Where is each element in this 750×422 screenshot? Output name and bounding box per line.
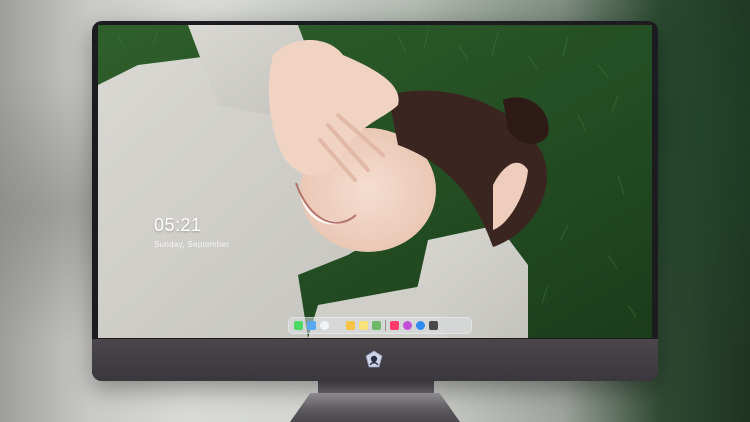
launchpad-icon[interactable] [307, 321, 316, 330]
monitor-stand-neck [318, 381, 434, 393]
lock-screen-date: Sunday, September [154, 240, 230, 249]
monitor-stand-foot [290, 393, 460, 422]
notes-icon[interactable] [359, 321, 368, 330]
app-store-icon[interactable] [416, 321, 425, 330]
dock [288, 317, 472, 334]
mail-icon[interactable] [333, 321, 342, 330]
preview-icon[interactable] [372, 321, 381, 330]
safari-icon[interactable] [320, 321, 329, 330]
itunes-icon[interactable] [403, 321, 412, 330]
imac-monitor: 05:21 Sunday, September [92, 21, 658, 381]
lock-screen-time: 05:21 [154, 215, 202, 235]
wallpaper [98, 25, 652, 338]
brand-logo-icon [365, 350, 383, 368]
music-icon[interactable] [390, 321, 399, 330]
camera-icon[interactable] [429, 321, 438, 330]
desktop-screen: 05:21 Sunday, September [98, 25, 652, 338]
dock-separator [385, 320, 386, 331]
photos-icon[interactable] [346, 321, 355, 330]
finder-icon[interactable] [294, 321, 303, 330]
